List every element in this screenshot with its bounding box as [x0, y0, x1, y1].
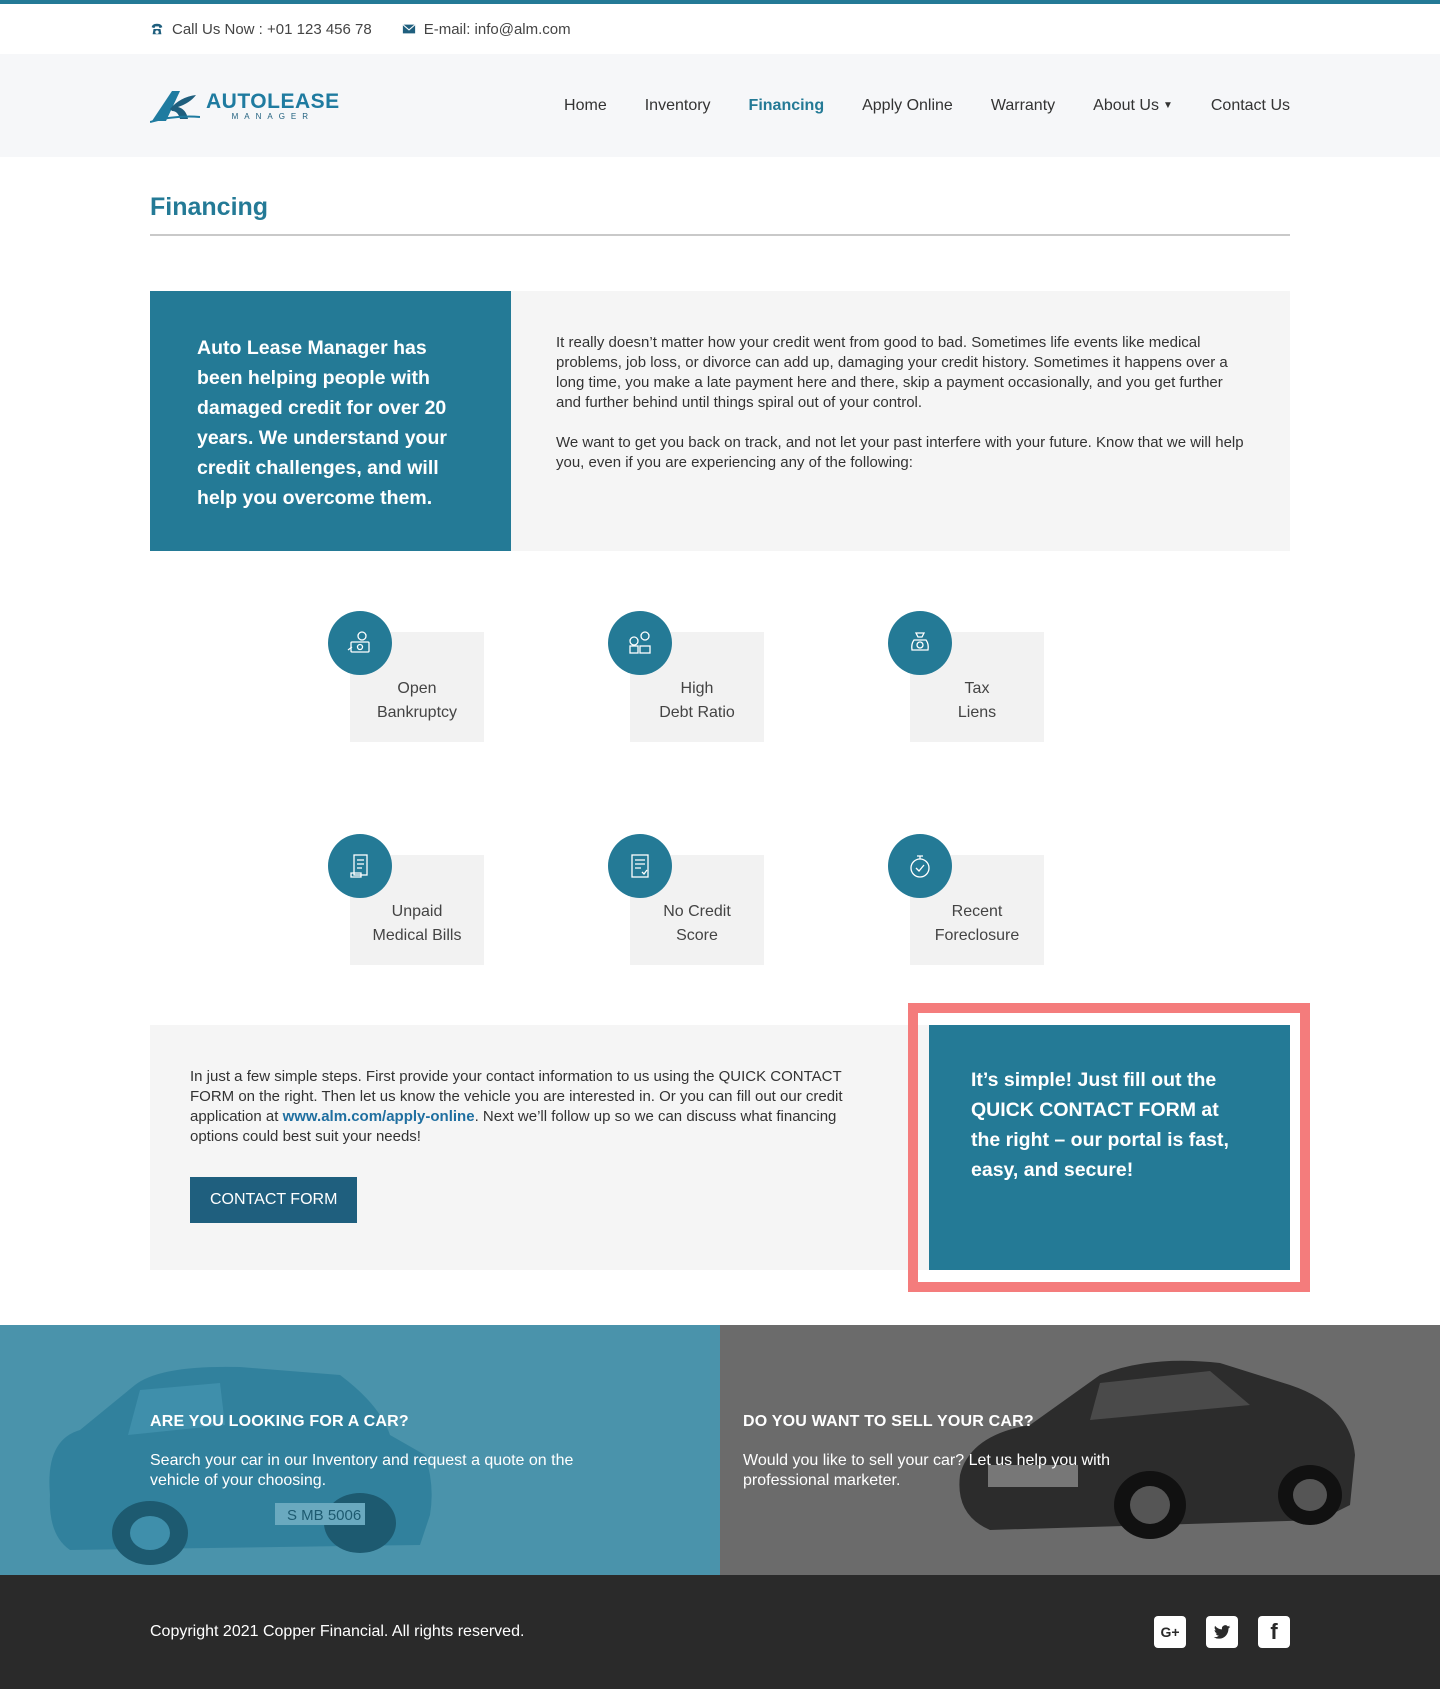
- page-title: Financing: [150, 193, 1290, 236]
- contact-form-button[interactable]: CONTACT FORM: [190, 1177, 358, 1223]
- intro-paragraph-2: We want to get you back on track, and no…: [556, 434, 1244, 471]
- nav-apply-online-label: Apply Online: [862, 96, 953, 114]
- phone-contact[interactable]: Call Us Now : +01 123 456 78: [150, 21, 372, 38]
- nav-about-us-label: About Us: [1093, 96, 1159, 114]
- nav-warranty[interactable]: Warranty: [972, 97, 1074, 115]
- promo-buy-desc: Search your car in our Inventory and req…: [150, 1452, 574, 1489]
- promo-sell-text: DO YOU WANT TO SELL YOUR CAR? Would you …: [743, 1413, 1173, 1491]
- twitter-icon[interactable]: [1206, 1616, 1238, 1648]
- top-bar: Call Us Now : +01 123 456 78 E-mail: inf…: [0, 0, 1440, 54]
- feature-card: High Debt Ratio: [608, 611, 764, 742]
- money-bag-icon: [888, 611, 952, 675]
- steps-paragraph: In just a few simple steps. First provid…: [190, 1067, 859, 1147]
- promo-buy-title: ARE YOU LOOKING FOR A CAR?: [150, 1413, 409, 1430]
- feature-label-line1: Tax: [964, 680, 990, 697]
- twitter-bird-shape: [1213, 1625, 1231, 1639]
- nav-contact-us-label: Contact Us: [1210, 96, 1290, 114]
- phone-label: Call Us Now : +01 123 456 78: [172, 20, 372, 38]
- feature-label-line2: Bankruptcy: [376, 704, 458, 721]
- footer: Copyright 2021 Copper Financial. All rig…: [0, 1575, 1440, 1689]
- intro-body: It really doesn’t matter how your credit…: [511, 291, 1290, 551]
- feature-card: Recent Foreclosure: [888, 834, 1044, 965]
- feature-label-line1: Recent: [951, 903, 1003, 920]
- nav-warranty-label: Warranty: [990, 96, 1056, 114]
- callout-box: It’s simple! Just fill out the QUICK CON…: [929, 1025, 1290, 1270]
- bill-icon: [328, 834, 392, 898]
- copyright: Copyright 2021 Copper Financial. All rig…: [150, 1623, 525, 1640]
- feature-label-line1: Open: [397, 680, 437, 697]
- feature-label-line2: Debt Ratio: [659, 704, 735, 721]
- logo-title: AUTOLEASE: [206, 89, 340, 113]
- email-contact[interactable]: E-mail: info@alm.com: [402, 21, 571, 38]
- google-plus-glyph: G+: [1160, 1624, 1180, 1640]
- stopwatch-icon: [888, 834, 952, 898]
- feature-label-line2: Medical Bills: [372, 927, 462, 944]
- nav-financing-label: Financing: [748, 96, 825, 114]
- feature-card: Open Bankruptcy: [328, 611, 484, 742]
- promo-buy[interactable]: S MB 5006 ARE YOU LOOKING FOR A CAR? Sea…: [0, 1325, 720, 1575]
- steps-section: In just a few simple steps. First provid…: [150, 1003, 1310, 1292]
- callout-wrapper: It’s simple! Just fill out the QUICK CON…: [908, 1003, 1310, 1292]
- intro-section: Auto Lease Manager has been helping peop…: [150, 291, 1290, 551]
- nav-inventory[interactable]: Inventory: [626, 97, 730, 115]
- feature-card: Tax Liens: [888, 611, 1044, 742]
- social-links: G+ f: [1154, 1616, 1290, 1648]
- facebook-glyph: f: [1270, 1619, 1278, 1644]
- nav-financing[interactable]: Financing: [730, 97, 844, 115]
- logo-mark-icon: [150, 90, 200, 123]
- google-plus-icon[interactable]: G+: [1154, 1616, 1186, 1648]
- header: AUTOLEASE MANAGER Home Inventory Financi…: [0, 54, 1440, 157]
- main-nav: Home Inventory Financing Apply Online Wa…: [545, 97, 1290, 115]
- feature-label-line1: No Credit: [663, 903, 731, 920]
- promo-section: S MB 5006 ARE YOU LOOKING FOR A CAR? Sea…: [0, 1325, 1440, 1575]
- promo-sell-desc: Would you like to sell your car? Let us …: [743, 1452, 1111, 1489]
- logo-subtitle: MANAGER: [231, 111, 315, 121]
- feature-card: Unpaid Medical Bills: [328, 834, 484, 965]
- chevron-down-icon: ▼: [1162, 100, 1173, 111]
- nav-home[interactable]: Home: [545, 97, 626, 115]
- intro-paragraph-1: It really doesn’t matter how your credit…: [556, 334, 1228, 411]
- nav-inventory-label: Inventory: [644, 96, 711, 114]
- feature-label-line2: Liens: [957, 704, 997, 721]
- nav-home-label: Home: [564, 96, 607, 114]
- nav-about-us[interactable]: About Us ▼: [1074, 97, 1192, 115]
- promo-sell[interactable]: DO YOU WANT TO SELL YOUR CAR? Would you …: [720, 1325, 1440, 1575]
- envelope-icon: [402, 24, 416, 34]
- email-label: E-mail: info@alm.com: [423, 20, 571, 38]
- logo[interactable]: AUTOLEASE MANAGER: [150, 89, 340, 123]
- feature-label-line1: High: [680, 680, 714, 697]
- main-content: Financing Auto Lease Manager has been he…: [150, 157, 1310, 1292]
- intro-headline: Auto Lease Manager has been helping peop…: [150, 291, 511, 551]
- document-icon: [608, 834, 672, 898]
- feature-label-line1: Unpaid: [391, 903, 443, 920]
- features-grid: Open Bankruptcy High Debt Ratio Tax Lien…: [150, 611, 1290, 965]
- apply-online-link[interactable]: www.alm.com/apply-online: [283, 1108, 475, 1125]
- promo-buy-text: ARE YOU LOOKING FOR A CAR? Search your c…: [150, 1413, 580, 1491]
- feature-label-line2: Score: [676, 927, 718, 944]
- money-hand-icon: [328, 611, 392, 675]
- phone-icon: [151, 23, 163, 35]
- feature-label-line2: Foreclosure: [934, 927, 1020, 944]
- coins-icon: [608, 611, 672, 675]
- promo-sell-title: DO YOU WANT TO SELL YOUR CAR?: [743, 1413, 1034, 1430]
- facebook-icon[interactable]: f: [1258, 1616, 1290, 1648]
- steps-body: In just a few simple steps. First provid…: [150, 1025, 929, 1270]
- nav-apply-online[interactable]: Apply Online: [843, 97, 972, 115]
- feature-card: No Credit Score: [608, 834, 764, 965]
- license-plate: S MB 5006: [287, 1507, 361, 1524]
- nav-contact-us[interactable]: Contact Us: [1192, 97, 1290, 115]
